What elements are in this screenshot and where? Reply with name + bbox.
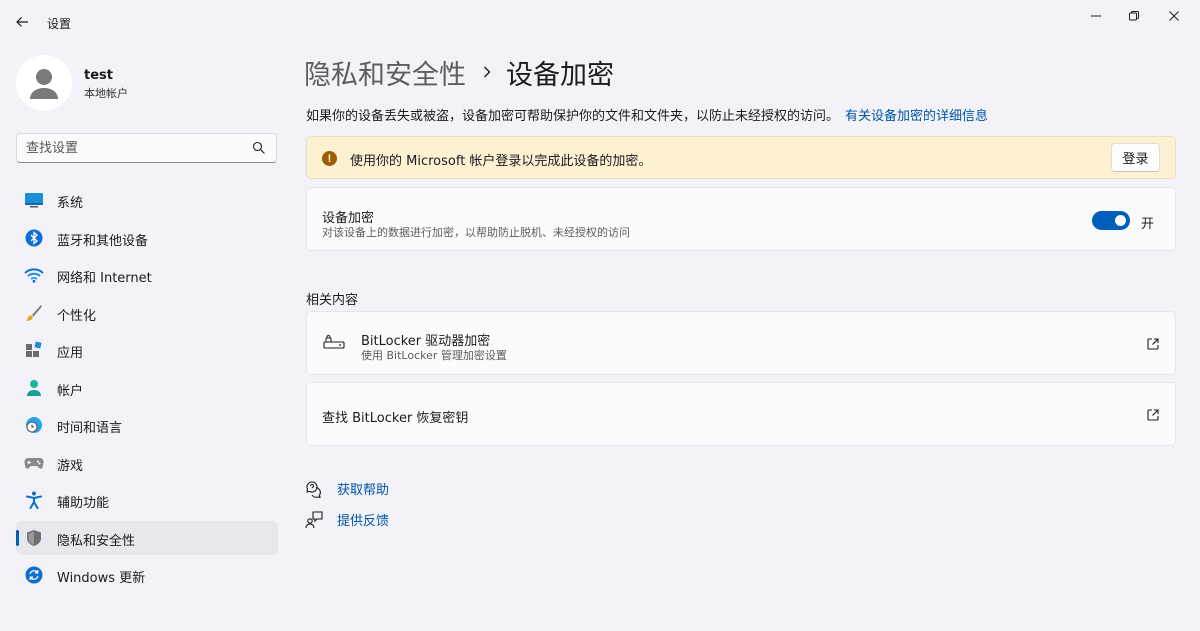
bitlocker-description: 使用 BitLocker 管理加密设置 [361, 349, 507, 362]
sidebar-item-system[interactable]: 系统 [16, 183, 278, 217]
sidebar-item-gaming[interactable]: 游戏 [16, 446, 278, 480]
sidebar-item-network[interactable]: 网络和 Internet [16, 258, 278, 292]
open-external-icon [1147, 409, 1159, 421]
chevron-right-icon [482, 65, 492, 79]
close-icon [1169, 11, 1179, 21]
time-language-icon [24, 416, 44, 434]
sidebar-nav: 系统 蓝牙和其他设备 网络和 Internet 个性化 应用 帐户 时间和语言 … [16, 183, 278, 596]
sidebar-item-time-language[interactable]: 时间和语言 [16, 408, 278, 442]
search-input[interactable] [17, 134, 247, 162]
recovery-key-title: 查找 BitLocker 恢复密钥 [322, 411, 469, 426]
user-name: test [84, 68, 113, 83]
restore-button[interactable] [1121, 6, 1147, 26]
bitlocker-drive-icon [323, 335, 345, 349]
wifi-icon [24, 266, 44, 284]
search-icon[interactable] [252, 141, 266, 155]
feedback-icon [305, 510, 323, 529]
accessibility-icon [24, 491, 44, 509]
sidebar-item-accessibility[interactable]: 辅助功能 [16, 483, 278, 517]
user-profile[interactable]: test 本地帐户 [16, 55, 278, 113]
intro-text: 如果你的设备丢失或被盗，设备加密可帮助保护你的文件和文件夹，以防止未经授权的访问… [306, 109, 989, 124]
get-help-link[interactable]: 获取帮助 [305, 479, 389, 498]
sidebar-item-accounts[interactable]: 帐户 [16, 371, 278, 405]
sidebar-item-bluetooth[interactable]: 蓝牙和其他设备 [16, 221, 278, 255]
sidebar-item-privacy-security[interactable]: 隐私和安全性 [16, 520, 278, 555]
feedback-link[interactable]: 提供反馈 [305, 510, 389, 529]
device-encryption-toggle[interactable] [1092, 211, 1130, 230]
breadcrumb-parent[interactable]: 隐私和安全性 [304, 53, 466, 92]
help-icon [305, 480, 323, 498]
account-icon [24, 379, 44, 397]
toggle-state-label: 开 [1141, 217, 1155, 232]
sidebar-item-apps[interactable]: 应用 [16, 333, 278, 367]
device-encryption-description: 对该设备上的数据进行加密，以帮助防止脱机、未经授权的访问 [322, 226, 630, 239]
minimize-button[interactable] [1083, 6, 1109, 26]
breadcrumb: 隐私和安全性 设备加密 [304, 52, 614, 92]
warning-banner: ! 使用你的 Microsoft 帐户登录以完成此设备的加密。 登录 [306, 136, 1176, 179]
system-icon [24, 191, 44, 209]
brush-icon [24, 304, 44, 322]
update-icon [24, 566, 44, 584]
toggle-knob [1115, 215, 1126, 226]
warning-text: 使用你的 Microsoft 帐户登录以完成此设备的加密。 [350, 154, 652, 169]
app-title: 设置 [47, 17, 72, 31]
recovery-key-card[interactable]: 查找 BitLocker 恢复密钥 [306, 382, 1176, 446]
open-external-icon [1147, 338, 1159, 350]
device-encryption-card: 设备加密 对该设备上的数据进行加密，以帮助防止脱机、未经授权的访问 开 [306, 187, 1176, 251]
bluetooth-icon [24, 229, 44, 247]
search-box [16, 133, 277, 163]
bitlocker-card[interactable]: BitLocker 驱动器加密 使用 BitLocker 管理加密设置 [306, 311, 1176, 375]
back-button[interactable] [10, 10, 34, 34]
avatar-person-icon [30, 69, 58, 99]
sign-in-button[interactable]: 登录 [1111, 143, 1160, 172]
shield-icon [24, 529, 44, 547]
apps-icon [24, 341, 44, 359]
title-bar: 设置 [0, 0, 1200, 44]
sidebar-item-personalization[interactable]: 个性化 [16, 296, 278, 330]
related-section-title: 相关内容 [306, 293, 359, 308]
close-button[interactable] [1161, 6, 1187, 26]
restore-icon [1129, 11, 1139, 21]
account-type: 本地帐户 [84, 87, 128, 100]
gamepad-icon [24, 454, 44, 472]
minimize-icon [1091, 15, 1101, 17]
page-title: 设备加密 [506, 59, 614, 91]
learn-more-link[interactable]: 有关设备加密的详细信息 [845, 109, 988, 124]
warning-icon: ! [322, 151, 337, 166]
sidebar-item-windows-update[interactable]: Windows 更新 [16, 558, 278, 592]
avatar [16, 55, 72, 111]
back-arrow-icon [16, 17, 28, 27]
